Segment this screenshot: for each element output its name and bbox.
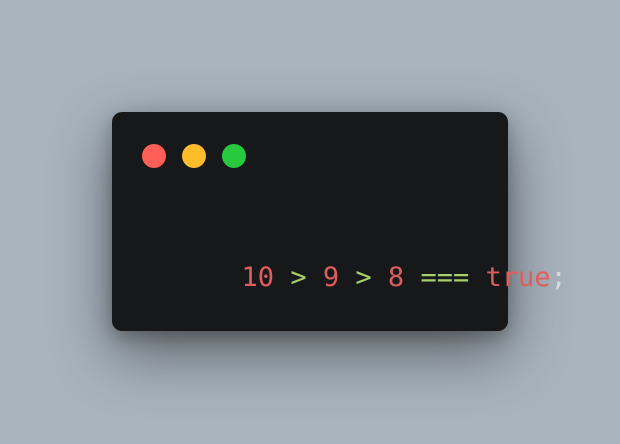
close-button[interactable] [142, 144, 166, 168]
code-token-operator: > [290, 262, 307, 293]
code-token-number: 10 [241, 262, 275, 293]
code-token-number: 9 [322, 262, 340, 293]
backdrop: 10 > 9 > 8 === true; [0, 0, 620, 444]
minimize-button[interactable] [182, 144, 206, 168]
code-token-operator: === [420, 262, 470, 293]
code-token-operator: > [355, 262, 372, 293]
code-token-keyword: true [485, 262, 551, 293]
code-token-number: 8 [387, 262, 405, 293]
window-titlebar [142, 144, 246, 168]
maximize-button[interactable] [222, 144, 246, 168]
code-line: 10 > 9 > 8 === true; [144, 212, 567, 344]
code-window: 10 > 9 > 8 === true; [112, 112, 567, 331]
code-token-punctuation: ; [550, 262, 567, 293]
